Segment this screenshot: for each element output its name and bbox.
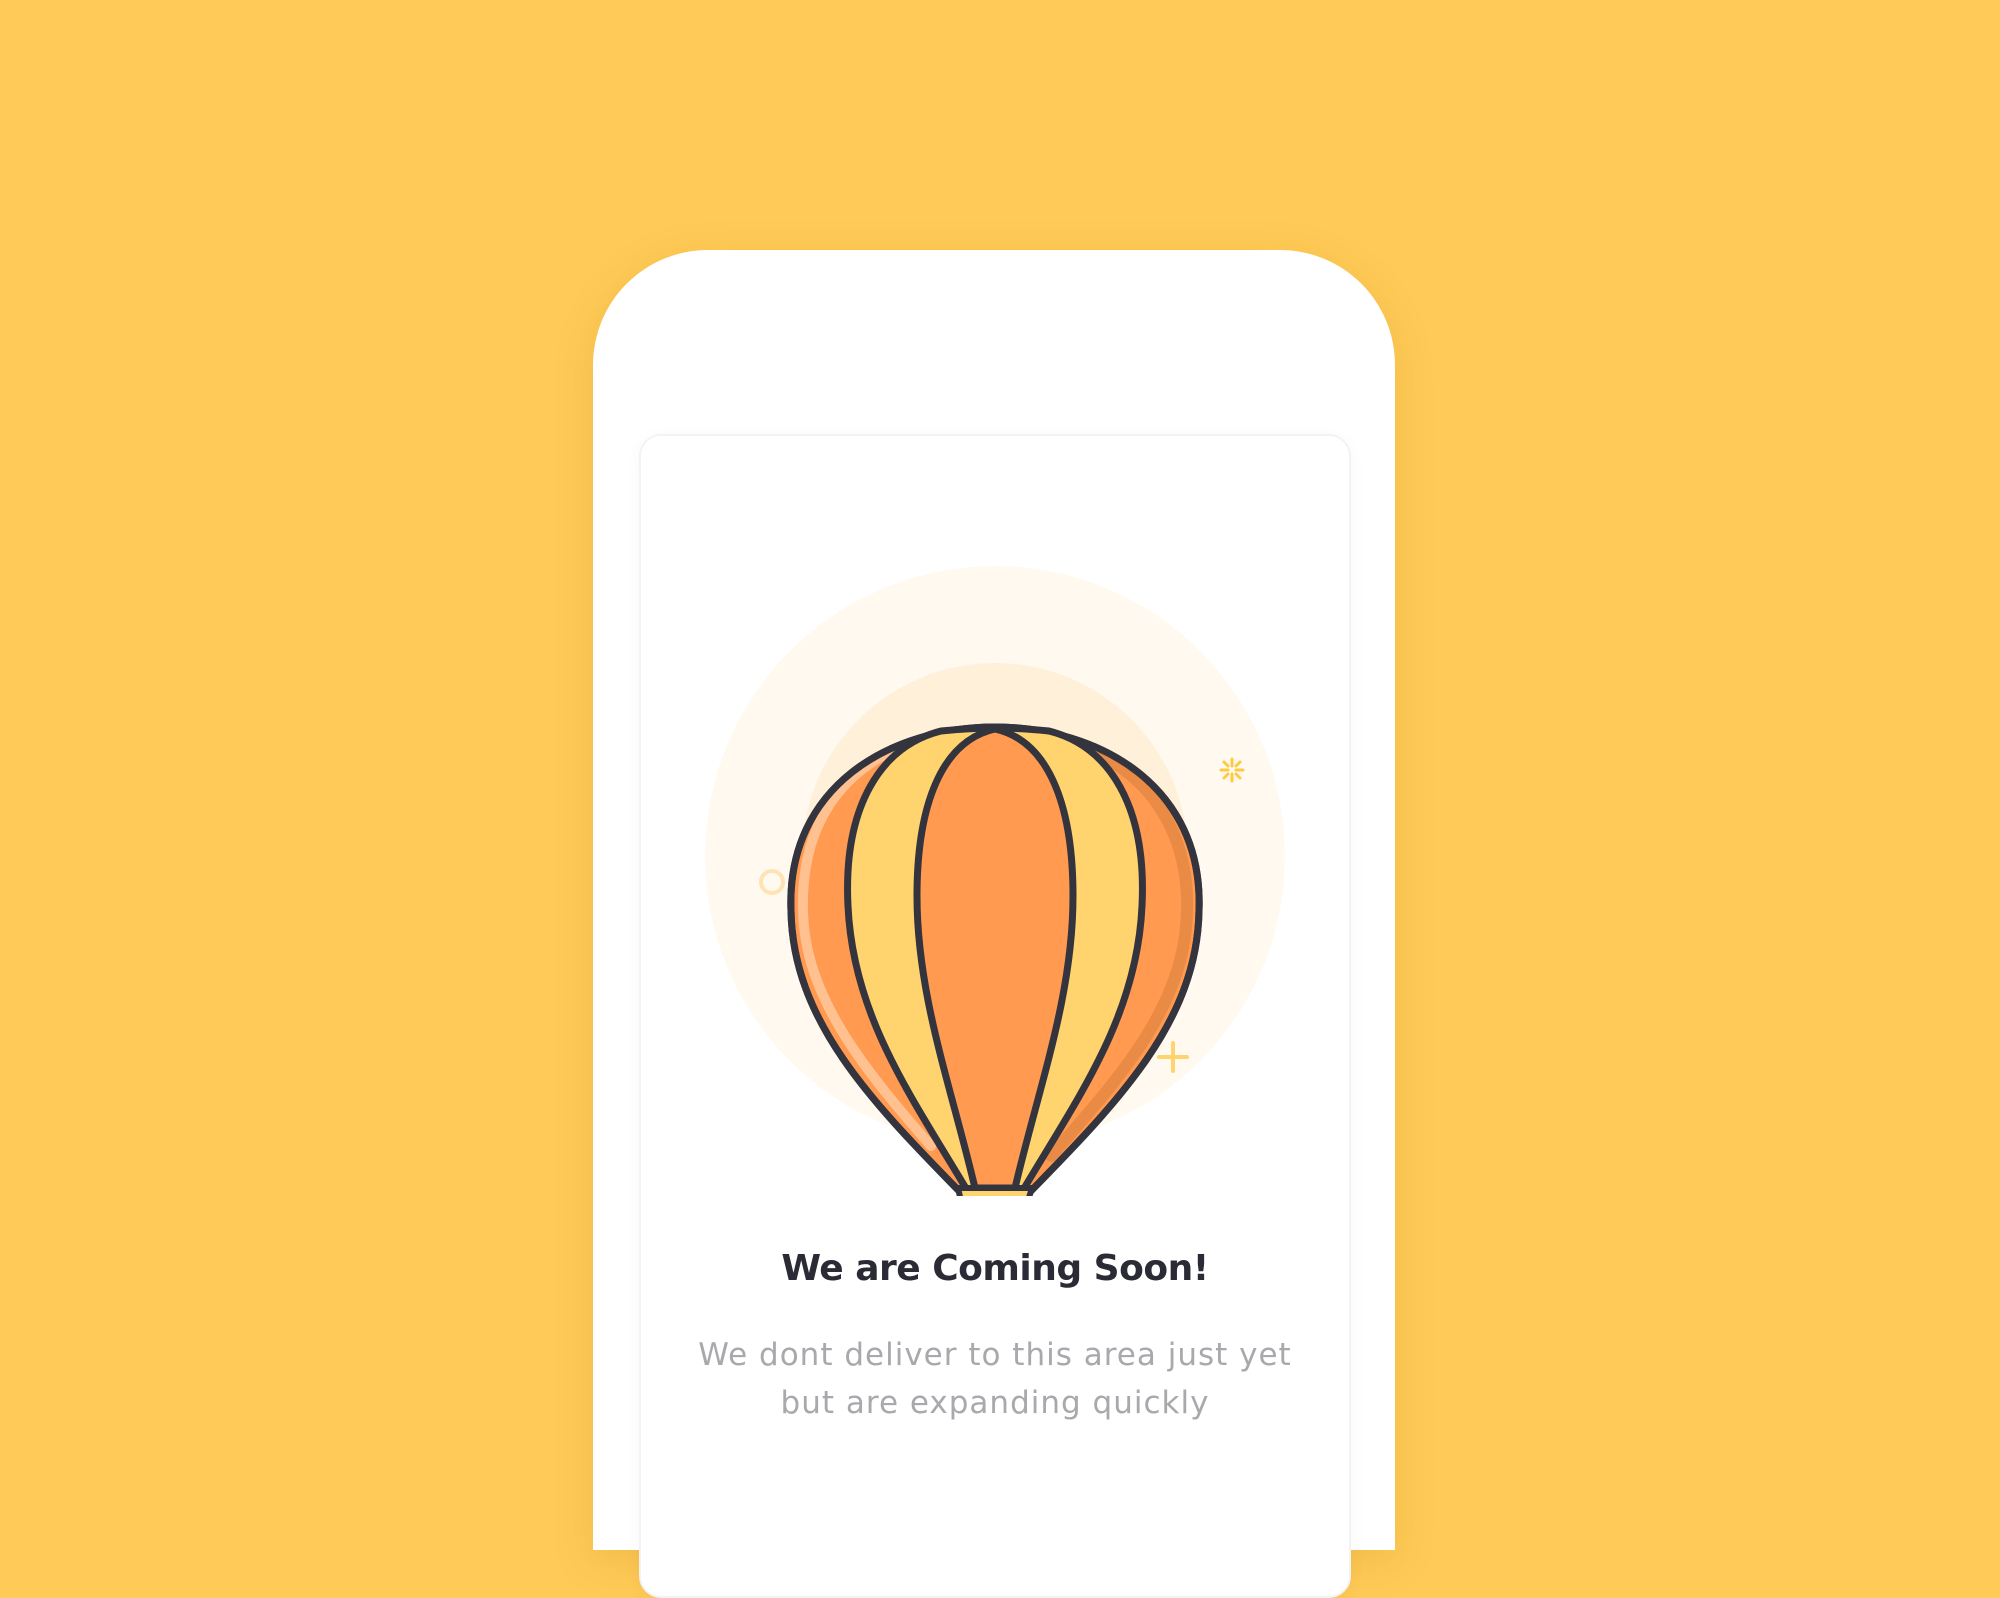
hot-air-balloon-illustration	[705, 566, 1285, 1196]
balloon-envelope	[787, 723, 1203, 1196]
coming-soon-title: We are Coming Soon!	[781, 1248, 1209, 1289]
message-line-1: We dont deliver to this area just yet	[698, 1337, 1292, 1373]
coming-soon-message: We dont deliver to this area just yet bu…	[641, 1331, 1349, 1427]
coming-soon-card: We are Coming Soon! We dont deliver to t…	[639, 434, 1351, 1598]
phone-frame: We are Coming Soon! We dont deliver to t…	[593, 250, 1395, 1598]
message-line-2: but are expanding quickly	[780, 1385, 1210, 1421]
balloon-fringe	[955, 1185, 1035, 1196]
